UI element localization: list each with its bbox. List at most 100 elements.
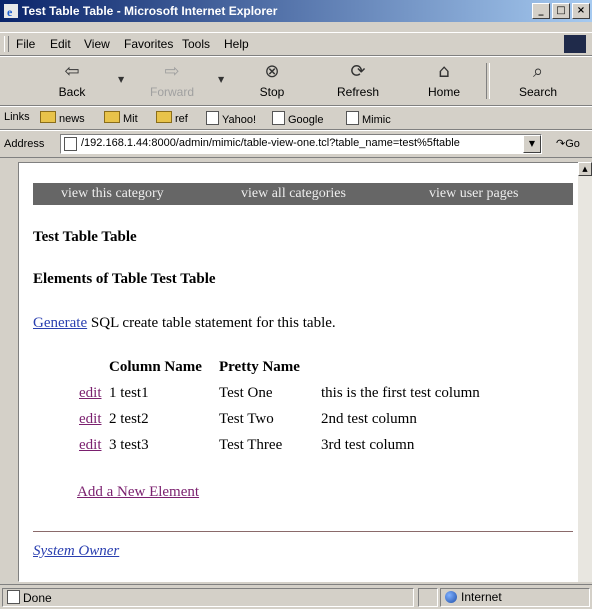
description-cell: 3rd test column	[321, 437, 415, 453]
link-news[interactable]: news	[40, 111, 85, 125]
column-header-pretty: Pretty Name	[219, 359, 300, 375]
link-news-label: news	[59, 113, 85, 125]
column-header-name: Column Name	[109, 359, 202, 375]
link-mimic-label: Mimic	[362, 114, 391, 126]
search-icon: ⌕	[532, 61, 544, 82]
maximize-button[interactable]: □	[552, 3, 570, 19]
description-cell: 2nd test column	[321, 411, 417, 427]
link-mit-label: Mit	[123, 113, 138, 125]
ie-icon: e	[4, 4, 18, 18]
zone-panel: Internet	[440, 588, 590, 607]
refresh-icon: ⟳	[350, 61, 366, 82]
generate-line: Generate SQL create table statement for …	[33, 315, 336, 332]
system-owner-link[interactable]: System Owner	[33, 543, 119, 560]
edit-link[interactable]: edit	[79, 385, 102, 402]
menu-tools[interactable]: Tools	[182, 37, 210, 51]
link-mimic[interactable]: Mimic	[346, 111, 391, 126]
stop-button[interactable]: ⊗ Stop	[240, 61, 304, 101]
page-icon	[7, 590, 20, 604]
generate-link[interactable]: Generate	[33, 315, 87, 331]
home-icon: ⌂	[438, 61, 450, 82]
page-icon	[272, 111, 285, 125]
standard-toolbar: ⇦ Back ▼ ⇨ Forward ▼ ⊗ Stop ⟳ Refresh ⌂ …	[0, 56, 592, 106]
menu-view[interactable]: View	[84, 37, 110, 51]
title-bar[interactable]: e Test Table Table - Microsoft Internet …	[0, 0, 592, 22]
edit-link[interactable]: edit	[79, 411, 102, 428]
window-title: Test Table Table - Microsoft Internet Ex…	[22, 4, 278, 18]
page-icon	[206, 111, 219, 125]
folder-icon	[104, 111, 120, 123]
back-label: Back	[58, 85, 86, 99]
menu-bar: File Edit View Favorites Tools Help	[0, 32, 592, 56]
status-bar: Done Internet	[0, 584, 592, 609]
pretty-name-cell: Test Three	[219, 437, 283, 453]
link-ref-label: ref	[175, 113, 188, 125]
divider	[33, 531, 573, 532]
folder-icon	[156, 111, 172, 123]
menu-edit[interactable]: Edit	[50, 37, 71, 51]
stop-label: Stop	[259, 85, 285, 99]
close-button[interactable]: ×	[572, 3, 590, 19]
link-yahoo-label: Yahoo!	[222, 114, 257, 126]
elements-heading: Elements of Table Test Table	[33, 271, 216, 287]
forward-button[interactable]: ⇨ Forward	[140, 61, 204, 101]
stop-icon: ⊗	[264, 61, 280, 82]
nav-view-user-pages[interactable]: view user pages	[429, 186, 518, 202]
folder-icon	[40, 111, 56, 123]
add-new-element-link[interactable]: Add a New Element	[77, 484, 199, 501]
minimize-button[interactable]: _	[532, 3, 550, 19]
links-label[interactable]: Links	[4, 111, 30, 123]
status-panel-empty	[418, 588, 438, 607]
status-text-wrap: Done	[7, 590, 52, 605]
status-panel: Done	[2, 588, 414, 607]
back-button[interactable]: ⇦ Back	[40, 61, 104, 101]
toolbar-grip[interactable]	[4, 36, 9, 52]
menu-favorites[interactable]: Favorites	[124, 37, 173, 51]
page-title: Test Table Table	[33, 229, 137, 245]
address-label: Address	[4, 138, 45, 150]
link-ref[interactable]: ref	[156, 111, 188, 125]
home-button[interactable]: ⌂ Home	[412, 61, 476, 101]
edit-link[interactable]: edit	[79, 437, 102, 454]
link-yahoo[interactable]: Yahoo!	[206, 111, 256, 126]
link-google[interactable]: Google	[272, 111, 323, 126]
description-cell: this is the first test column	[321, 385, 480, 401]
nav-view-all-categories[interactable]: view all categories	[241, 186, 346, 202]
nav-view-this-category[interactable]: view this category	[61, 186, 164, 202]
pretty-name-cell: Test Two	[219, 411, 274, 427]
go-button[interactable]: ↷Go	[556, 137, 580, 150]
column-name-cell: 2 test2	[109, 411, 149, 427]
links-bar: Links news Mit ref Yahoo! Google Mimic	[0, 106, 592, 130]
link-mit[interactable]: Mit	[104, 111, 138, 125]
zone-text: Internet	[461, 590, 502, 604]
menu-help[interactable]: Help	[224, 37, 249, 51]
svg-text:e: e	[7, 5, 13, 18]
menu-file[interactable]: File	[16, 37, 35, 51]
refresh-button[interactable]: ⟳ Refresh	[326, 61, 390, 101]
link-google-label: Google	[288, 114, 324, 126]
back-arrow-icon: ⇦	[64, 61, 80, 82]
address-input[interactable]: /192.168.1.44:8000/admin/mimic/table-vie…	[60, 134, 542, 154]
category-nav: view this category view all categories v…	[33, 183, 573, 205]
address-dropdown-icon[interactable]: ▼	[523, 135, 541, 153]
scroll-up-icon[interactable]: ▲	[578, 162, 592, 176]
address-url[interactable]: /192.168.1.44:8000/admin/mimic/table-vie…	[81, 137, 460, 149]
back-dropdown-icon[interactable]: ▼	[118, 75, 124, 84]
status-text: Done	[23, 591, 52, 605]
vertical-scrollbar[interactable]: ▲	[578, 162, 592, 582]
generate-text: SQL create table statement for this tabl…	[87, 315, 336, 331]
ie-throbber-icon	[564, 35, 586, 53]
column-name-cell: 3 test3	[109, 437, 149, 453]
go-label: Go	[565, 138, 580, 150]
search-button[interactable]: ⌕ Search	[506, 61, 570, 101]
forward-dropdown-icon[interactable]: ▼	[218, 75, 224, 84]
address-bar: Address /192.168.1.44:8000/admin/mimic/t…	[0, 130, 592, 158]
search-label: Search	[518, 85, 558, 99]
zone-wrap: Internet	[445, 590, 502, 604]
page-icon	[346, 111, 359, 125]
toolbar-separator	[486, 63, 490, 99]
refresh-label: Refresh	[336, 85, 380, 99]
home-label: Home	[427, 85, 460, 99]
go-arrow-icon: ↷	[556, 138, 566, 150]
column-name-cell: 1 test1	[109, 385, 149, 401]
